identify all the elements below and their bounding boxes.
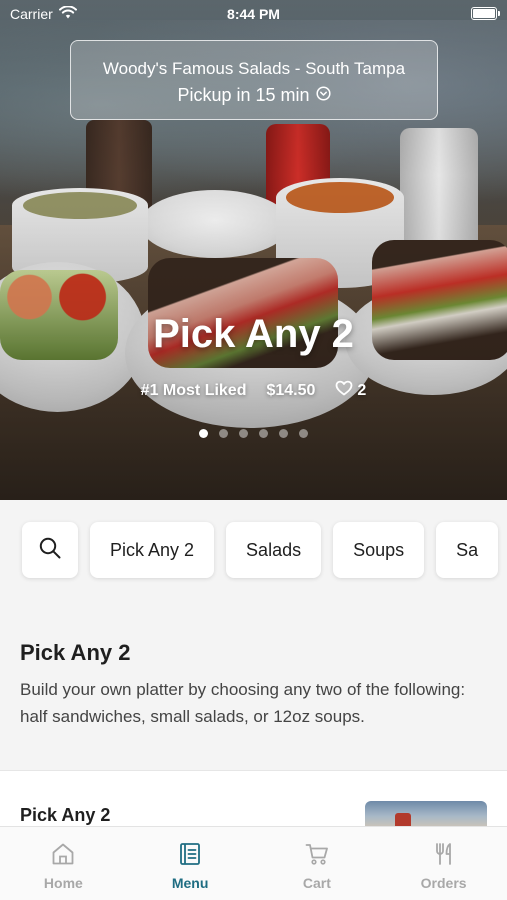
tab-bar: Home Menu Cart Orders — [0, 826, 507, 900]
cart-icon — [303, 840, 331, 868]
hero-banner[interactable]: Carrier 8:44 PM Woody's Famous Salads - … — [0, 0, 507, 500]
featured-item-meta: #1 Most Liked $14.50 2 — [0, 380, 507, 401]
fork-knife-icon — [430, 840, 458, 868]
featured-item-title: Pick Any 2 — [153, 312, 354, 356]
chevron-down-circle-icon — [315, 85, 331, 106]
section-description: Build your own platter by choosing any t… — [20, 680, 466, 726]
store-selector[interactable]: Woody's Famous Salads - South Tampa Pick… — [70, 40, 438, 120]
pickup-label: Pickup in 15 min — [177, 85, 310, 105]
carousel-dot[interactable] — [239, 429, 248, 438]
home-icon — [49, 840, 77, 868]
tab-home-label: Home — [43, 875, 83, 891]
menu-item-name: Pick Any 2 — [20, 805, 111, 825]
carousel-dot[interactable] — [279, 429, 288, 438]
category-button[interactable]: Sa — [436, 522, 499, 578]
status-time: 8:44 PM — [227, 6, 280, 22]
like-count-value: 2 — [357, 381, 367, 399]
tab-menu[interactable]: Menu — [127, 827, 254, 900]
store-name: Woody's Famous Salads - South Tampa — [102, 59, 406, 78]
tab-home[interactable]: Home — [0, 827, 127, 900]
category-button[interactable]: Soups — [333, 522, 425, 578]
carousel-dot[interactable] — [199, 429, 208, 438]
carousel-dot[interactable] — [219, 429, 228, 438]
category-bar: Pick Any 2 Salads Soups Sa — [0, 500, 507, 600]
category-button[interactable]: Pick Any 2 — [90, 522, 215, 578]
search-button[interactable] — [22, 522, 78, 578]
tab-menu-label: Menu — [171, 875, 209, 891]
section-title: Pick Any 2 — [20, 640, 131, 665]
carousel-dot[interactable] — [259, 429, 268, 438]
carousel-dot[interactable] — [299, 429, 308, 438]
tab-orders[interactable]: Orders — [380, 827, 507, 900]
category-row: Pick Any 2 Salads Soups Sa — [22, 522, 499, 578]
carousel-dots[interactable] — [0, 429, 507, 438]
search-icon — [38, 536, 62, 565]
featured-item-price: $14.50 — [266, 381, 316, 399]
menu-item-card[interactable]: Pick Any 2 — [0, 770, 507, 831]
battery-icon — [471, 7, 500, 20]
tab-orders-label: Orders — [420, 875, 467, 891]
menu-book-icon — [176, 840, 204, 868]
menu-section: Pick Any 2 Build your own platter by cho… — [0, 640, 507, 730]
pickup-time-selector[interactable]: Pickup in 15 min — [71, 85, 437, 106]
category-button[interactable]: Salads — [226, 522, 322, 578]
like-count[interactable]: 2 — [335, 380, 366, 401]
status-bar: Carrier 8:44 PM — [0, 0, 507, 28]
heart-icon — [335, 380, 353, 401]
tab-cart-label: Cart — [302, 875, 331, 891]
tab-cart[interactable]: Cart — [254, 827, 381, 900]
most-liked-badge: #1 Most Liked — [140, 381, 247, 399]
